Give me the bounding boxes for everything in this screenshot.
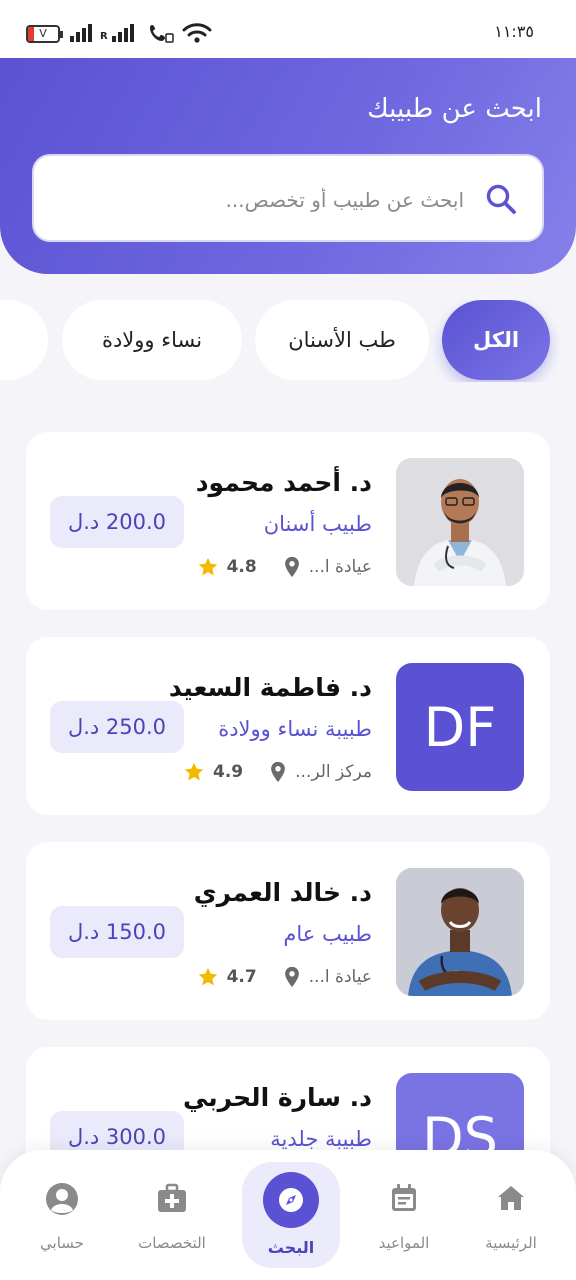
calendar-icon — [392, 1184, 416, 1211]
wifi-calling-icon — [150, 25, 174, 43]
nav-account[interactable]: حسابي — [12, 1180, 112, 1260]
doctor-meta: 4.8 عيادة ا... — [197, 554, 372, 580]
doctor-name: د. فاطمة السعيد — [168, 673, 372, 702]
doctor-location: عيادة ا... — [308, 557, 372, 577]
doctor-rating: 4.9 — [213, 762, 244, 782]
doctor-name: د. أحمد محمود — [195, 468, 372, 497]
doctor-location: مركز الر... — [295, 762, 372, 782]
home-icon — [498, 1186, 524, 1210]
nav-account-label: حسابي — [40, 1234, 84, 1252]
doctor-initials-avatar: DF — [396, 663, 524, 791]
nav-home-label: الرئيسية — [485, 1234, 537, 1252]
page-title: ابحث عن طبيبك — [367, 94, 542, 124]
wifi-icon — [182, 23, 212, 43]
price-badge: 200.0 د.ل — [50, 496, 184, 548]
medical-kit-icon — [158, 1183, 186, 1212]
star-icon — [184, 762, 204, 781]
account-icon — [46, 1183, 78, 1215]
category-chip-more[interactable]: ط — [0, 300, 48, 380]
nav-appointments[interactable]: المواعيد — [354, 1180, 454, 1260]
doctor-name: د. خالد العمري — [193, 878, 372, 907]
location-pin-icon — [284, 966, 299, 988]
search-input[interactable] — [64, 182, 464, 218]
doctor-specialty: طبيب عام — [283, 922, 372, 946]
doctor-location: عيادة ا... — [308, 967, 372, 987]
signal-icon-2 — [112, 24, 134, 42]
category-chip-dentistry[interactable]: طب الأسنان — [255, 300, 429, 380]
avatar-initials: DF — [423, 695, 497, 759]
doctor-card[interactable]: د. أحمد محمود طبيب أسنان 4.8 عيادة ا... … — [26, 432, 550, 610]
doctor-meta: 4.7 عيادة ا... — [197, 964, 372, 990]
doctor-specialty: طبيب أسنان — [263, 512, 372, 536]
bottom-navigation: الرئيسية المواعيد البحث التخصصات حسابي — [0, 1150, 576, 1280]
star-icon — [198, 557, 217, 576]
star-icon — [198, 967, 217, 986]
nav-specialties[interactable]: التخصصات — [122, 1180, 222, 1260]
category-chip-all[interactable]: الكل — [442, 300, 550, 380]
search-header: ابحث عن طبيبك — [0, 58, 576, 274]
doctor-name: د. سارة الحربي — [182, 1083, 372, 1112]
location-pin-icon — [284, 556, 299, 578]
doctor-card[interactable]: DF د. فاطمة السعيد طبيبة نساء وولادة 4.9… — [26, 637, 550, 815]
battery-icon: V — [26, 25, 63, 43]
search-icon[interactable] — [484, 182, 518, 216]
compass-icon — [263, 1172, 319, 1228]
nav-home[interactable]: الرئيسية — [461, 1180, 561, 1260]
location-pin-icon — [271, 761, 286, 783]
status-bar: V R ١١:٣٥ — [0, 0, 576, 58]
doctor-meta: 4.9 مركز الر... — [183, 759, 372, 785]
doctor-card[interactable]: د. خالد العمري طبيب عام 4.7 عيادة ا... 1… — [26, 842, 550, 1020]
nav-search-label: البحث — [267, 1238, 315, 1257]
nav-search[interactable]: البحث — [242, 1162, 340, 1268]
carrier-label: R — [100, 31, 108, 42]
search-bar[interactable] — [32, 154, 544, 242]
nav-appointments-label: المواعيد — [378, 1234, 430, 1252]
category-filter: الكل طب الأسنان نساء وولادة ط — [0, 300, 576, 382]
doctor-specialty: طبيبة جلدية — [270, 1127, 372, 1151]
doctor-photo — [396, 458, 524, 586]
doctor-photo — [396, 868, 524, 996]
doctor-rating: 4.8 — [226, 557, 257, 577]
price-badge: 250.0 د.ل — [50, 701, 184, 753]
doctor-specialty: طبيبة نساء وولادة — [218, 717, 372, 741]
doctor-rating: 4.7 — [226, 967, 257, 987]
nav-specialties-label: التخصصات — [138, 1234, 206, 1252]
price-badge: 150.0 د.ل — [50, 906, 184, 958]
clock: ١١:٣٥ — [494, 22, 534, 41]
signal-icon — [70, 24, 92, 42]
category-chip-gynecology[interactable]: نساء وولادة — [62, 300, 242, 380]
